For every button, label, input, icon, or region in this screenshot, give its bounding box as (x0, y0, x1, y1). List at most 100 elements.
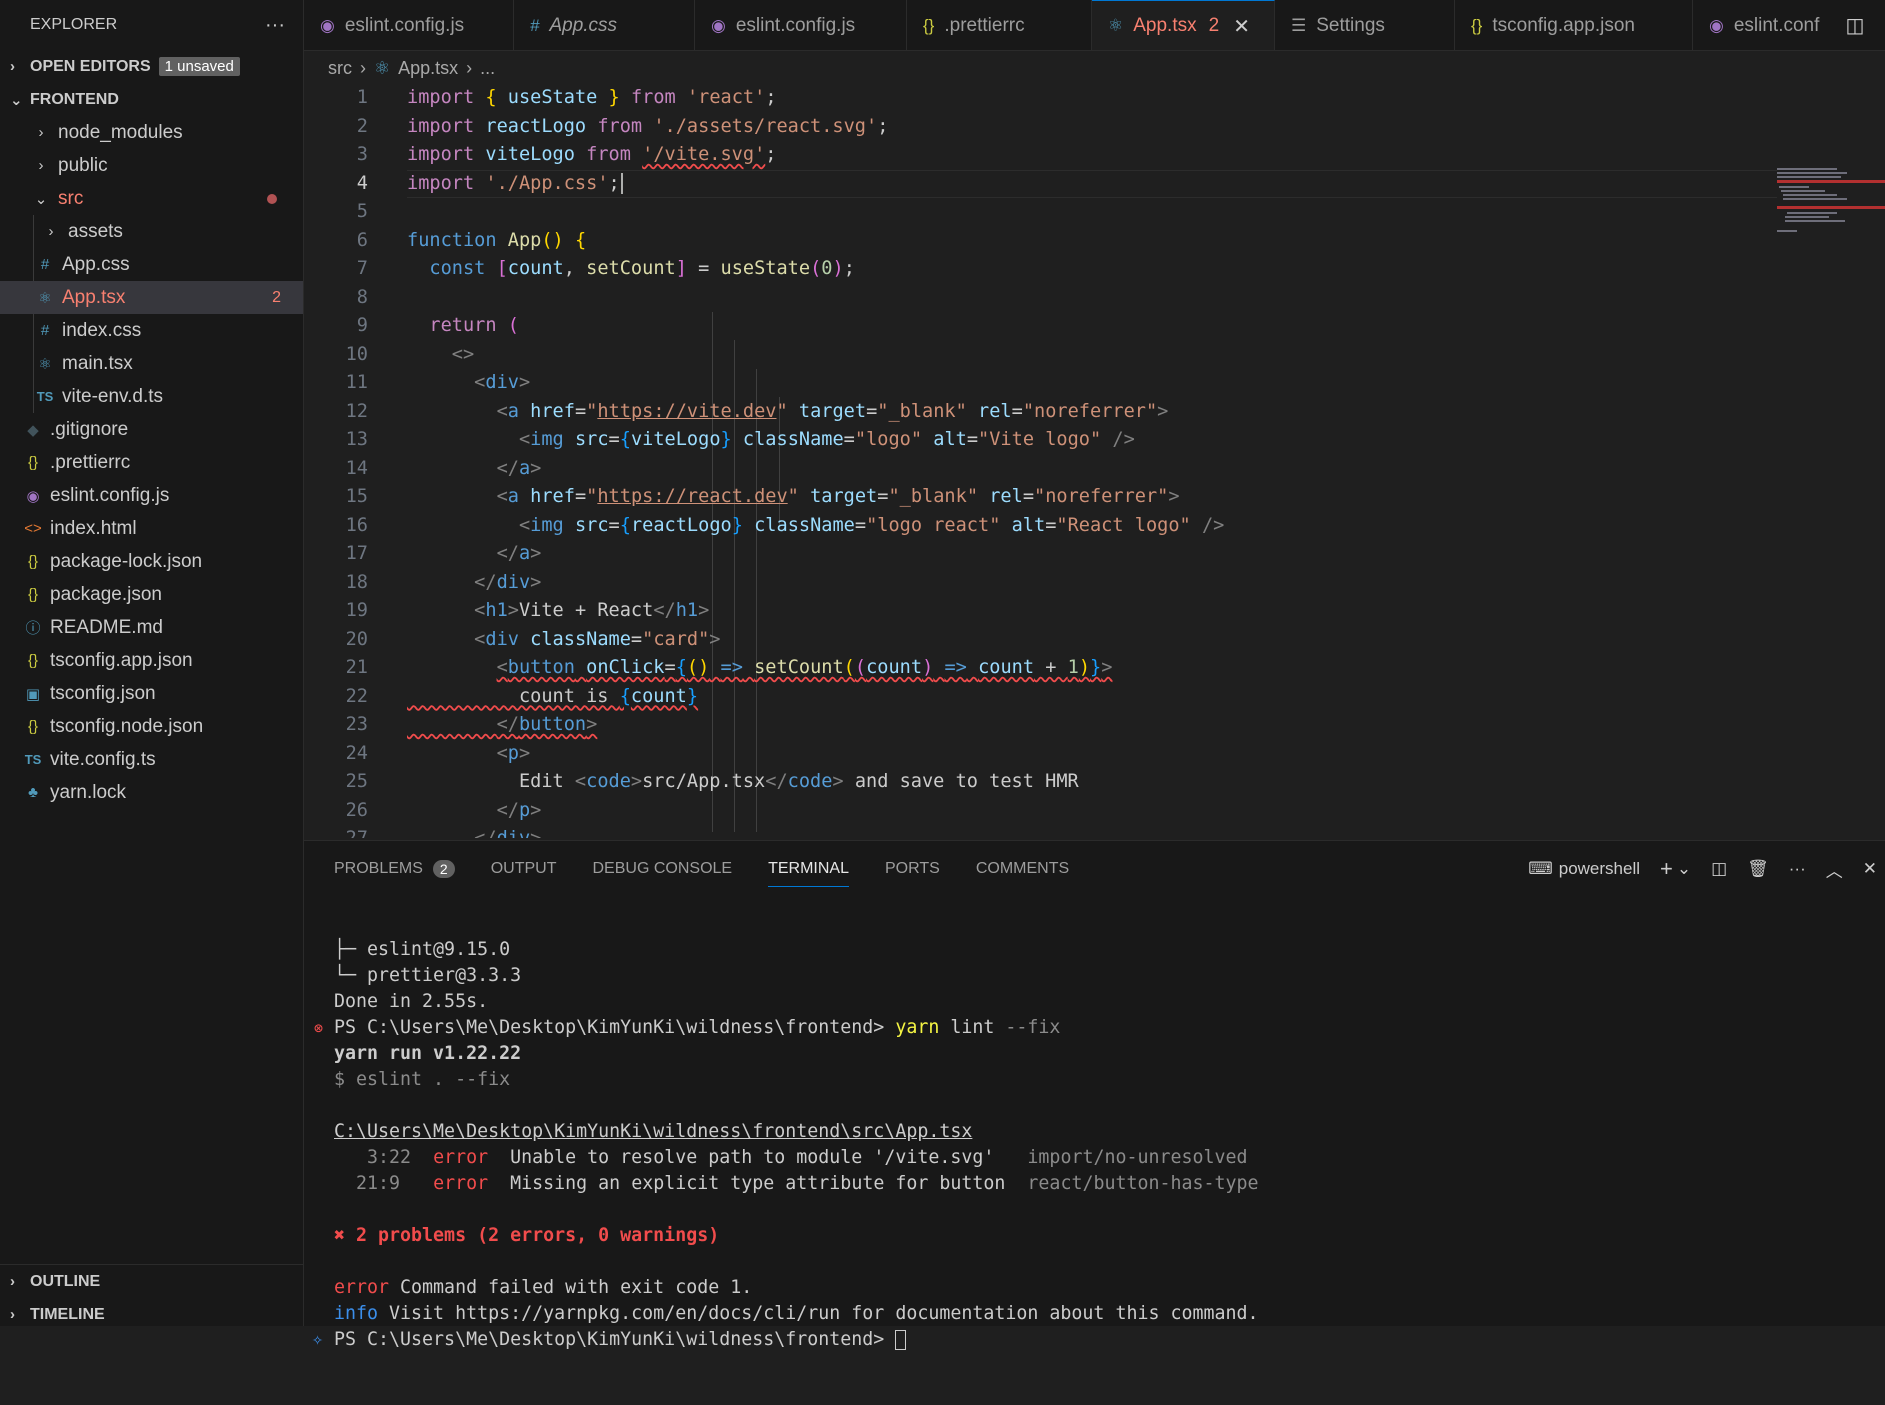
project-label: FRONTEND (30, 90, 119, 108)
tab-problems[interactable]: PROBLEMS 2 (334, 853, 455, 885)
breadcrumb-folder[interactable]: src (328, 58, 352, 79)
code-line: function App() { (407, 229, 587, 251)
breadcrumb-symbol[interactable]: ... (480, 58, 495, 79)
tree-item-vite-env[interactable]: TS vite-env.d.ts (0, 380, 303, 413)
tree-item-label: README.md (50, 616, 163, 638)
error-text: Command failed with exit code 1. (389, 1277, 753, 1298)
tree-item-assets[interactable]: › assets (0, 215, 303, 248)
terminal-file-path[interactable]: C:\Users\Me\Desktop\KimYunKi\wildness\fr… (334, 1119, 1259, 1145)
react-file-icon: ⚛ (38, 289, 52, 307)
tree-item-label: index.css (62, 319, 142, 341)
tree-item-prettierrc[interactable]: {} .prettierrc (0, 446, 303, 479)
code-editor[interactable]: 1 2 3 4 5 6 7 8 9 10 11 12 13 14 15 16 17 18 19 20 21 22 23 24 2… (304, 84, 1885, 838)
minimap[interactable] (1777, 168, 1885, 268)
tree-item-index-css[interactable]: # index.css (0, 314, 303, 347)
tree-item-main-tsx[interactable]: ⚛ main.tsx (0, 347, 303, 380)
chevron-right-icon: › (466, 57, 473, 78)
minimap-line (1777, 230, 1797, 232)
split-editor-icon[interactable]: ◫ (1825, 0, 1885, 50)
more-actions-icon[interactable]: ··· (265, 14, 285, 37)
css-file-icon: # (40, 256, 50, 273)
terminal-line: ✧ PS C:\Users\Me\Desktop\KimYunKi\wildnes… (312, 1327, 1259, 1353)
tree-item-label: App.tsx (62, 286, 126, 308)
tab-terminal[interactable]: TERMINAL (768, 853, 849, 887)
tab-ports[interactable]: PORTS (885, 853, 940, 885)
error-tag: error (334, 1277, 390, 1298)
maximize-panel-icon[interactable]: ︿ (1826, 857, 1843, 882)
chevron-right-icon: › (38, 157, 44, 174)
tree-item-src[interactable]: ⌄ src (0, 182, 303, 215)
new-terminal-icon[interactable]: + (1660, 856, 1673, 882)
info-text: Visit https://yarnpkg.com/en/docs/cli/ru… (378, 1303, 1259, 1324)
tree-item-label: index.html (50, 517, 137, 539)
tab-tsconfig-app[interactable]: {} tsconfig.app.json (1455, 0, 1693, 50)
explorer-sidebar: EXPLORER ··· › OPEN EDITORS 1 unsaved ⌄ … (0, 0, 304, 1326)
tree-item-yarn-lock[interactable]: ♣ yarn.lock (0, 776, 303, 809)
tree-item-tsconfig-node[interactable]: {} tsconfig.node.json (0, 710, 303, 743)
tree-item-tsconfig[interactable]: ▣ tsconfig.json (0, 677, 303, 710)
terminal-prompt: PS C:\Users\Me\Desktop\KimYunKi\wildness… (334, 1017, 896, 1038)
split-terminal-icon[interactable]: ◫ (1711, 859, 1727, 879)
settings-icon: ☰ (1291, 15, 1307, 35)
line-number: 8 (356, 286, 368, 308)
tree-item-label: tsconfig.node.json (50, 715, 204, 737)
tree-item-app-tsx[interactable]: ⚛ App.tsx 2 (0, 281, 303, 314)
tree-item-tsconfig-app[interactable]: {} tsconfig.app.json (0, 644, 303, 677)
terminal-line: $ eslint . --fix (334, 1069, 511, 1090)
tree-item-label: .gitignore (50, 418, 129, 440)
unsaved-badge: 1 unsaved (158, 57, 240, 76)
timeline-section[interactable]: › TIMELINE (0, 1298, 303, 1331)
problems-count-badge: 2 (432, 860, 455, 878)
minimap-line (1783, 198, 1847, 200)
terminal-line: yarn run v1.22.22 (334, 1043, 522, 1064)
tree-item-package-json[interactable]: {} package.json (0, 578, 303, 611)
close-icon[interactable]: ✕ (1233, 14, 1250, 39)
eslint-file-icon: ◉ (711, 15, 726, 35)
breadcrumb-file[interactable]: App.tsx (398, 58, 458, 79)
close-icon[interactable]: ✕ (1863, 859, 1877, 879)
tree-item-app-css[interactable]: # App.css (0, 248, 303, 281)
tab-settings[interactable]: ☰ Settings (1275, 0, 1455, 50)
terminal-command-flag: --fix (994, 1017, 1061, 1038)
typescript-file-icon: TS (24, 752, 42, 767)
tree-item-label: src (58, 187, 84, 209)
outline-section[interactable]: › OUTLINE (0, 1265, 303, 1298)
tab-output[interactable]: OUTPUT (491, 853, 557, 885)
code-line: </button> (496, 714, 598, 735)
info-icon: ⓘ (25, 620, 41, 637)
tab-eslint-config-1[interactable]: ◉ eslint.config.js (304, 0, 514, 50)
terminal-icon[interactable]: ⌨ (1528, 859, 1553, 879)
typescript-file-icon: TS (36, 389, 54, 404)
tab-prettierrc[interactable]: {} .prettierrc (907, 0, 1092, 50)
chevron-down-icon[interactable]: ⌄ (1677, 859, 1691, 879)
tree-item-public[interactable]: › public (0, 149, 303, 182)
tree-item-label: App.css (62, 253, 130, 275)
tab-app-css[interactable]: # App.css (514, 0, 695, 50)
trash-icon[interactable]: 🗑 (1747, 859, 1769, 879)
project-section[interactable]: ⌄ FRONTEND (0, 83, 303, 116)
tree-item-node-modules[interactable]: › node_modules (0, 116, 303, 149)
react-file-icon: ⚛ (374, 57, 391, 78)
tree-item-readme[interactable]: ⓘ README.md (0, 611, 303, 644)
error-rule: import/no-unresolved (1027, 1147, 1248, 1168)
tab-eslint-config-2[interactable]: ◉ eslint.config.js (695, 0, 907, 50)
code-line: import { useState } from 'react'; (407, 87, 777, 108)
tree-item-gitignore[interactable]: ◆ .gitignore (0, 413, 303, 446)
terminal-output[interactable]: ├─ eslint@9.15.0 └─ prettier@3.3.3 Done in… (312, 911, 1259, 1405)
shell-label[interactable]: powershell (1559, 859, 1640, 879)
minimap-error-marker (1777, 206, 1885, 209)
tree-item-label: node_modules (58, 121, 183, 143)
more-actions-icon[interactable]: ··· (1789, 859, 1806, 879)
css-file-icon: # (40, 322, 50, 339)
tree-item-index-html[interactable]: <> index.html (0, 512, 303, 545)
tree-item-package-lock[interactable]: {} package-lock.json (0, 545, 303, 578)
tab-debug-console[interactable]: DEBUG CONSOLE (593, 853, 733, 885)
open-editors-section[interactable]: › OPEN EDITORS 1 unsaved (0, 50, 303, 83)
tab-comments[interactable]: COMMENTS (976, 853, 1069, 885)
chevron-down-icon: ⌄ (34, 190, 48, 208)
tab-app-tsx[interactable]: ⚛ App.tsx 2 ✕ (1092, 0, 1275, 50)
json-file-icon: {} (27, 718, 39, 735)
tree-item-vite-config[interactable]: TS vite.config.ts (0, 743, 303, 776)
tree-item-eslint-config[interactable]: ◉ eslint.config.js (0, 479, 303, 512)
